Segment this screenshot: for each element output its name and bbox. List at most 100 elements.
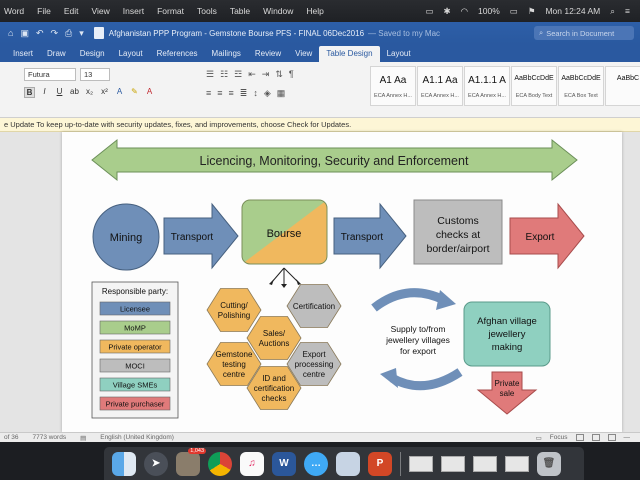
multilevel-icon[interactable]: ☲ [234, 69, 242, 80]
style-item[interactable]: A1 Aa ECA Annex H... [370, 66, 416, 106]
private-sale-label-line: Private [495, 379, 520, 388]
justify-icon[interactable]: ≣ [240, 88, 248, 99]
font-size-select[interactable]: 13 [80, 68, 110, 81]
view-web-layout-button[interactable] [591, 434, 600, 441]
dock-word-icon[interactable]: W [272, 451, 296, 476]
line-spacing-icon[interactable]: ↕ [253, 88, 258, 99]
increase-indent-icon[interactable]: ⇥ [262, 69, 270, 80]
menu-file[interactable]: File [37, 6, 51, 16]
zoom-slider[interactable]: — [624, 434, 631, 441]
undo-icon[interactable]: ↶ [36, 28, 44, 39]
sort-icon[interactable]: ⇅ [275, 69, 283, 80]
italic-button[interactable]: I [39, 87, 50, 98]
dock-messages-icon[interactable]: … [304, 451, 328, 476]
bluetooth-icon[interactable]: ✱ [444, 6, 451, 17]
dock-music-icon[interactable]: ♫ [240, 451, 264, 476]
word-count[interactable]: 7773 words [32, 434, 66, 441]
bold-button[interactable]: B [24, 87, 35, 98]
highlight-icon[interactable]: ✎ [129, 87, 140, 98]
menu-format[interactable]: Format [157, 6, 184, 16]
dock-preview-icon[interactable] [336, 451, 360, 476]
style-item[interactable]: A1.1 Aa ECA Annex H... [417, 66, 463, 106]
dock-finder-icon[interactable] [112, 451, 136, 476]
borders-icon[interactable]: ▦ [277, 88, 286, 99]
font-color-icon[interactable]: A [144, 87, 155, 98]
dock-minimized-window[interactable] [473, 455, 497, 472]
superscript-button[interactable]: x² [99, 87, 110, 98]
dock-launchpad-icon[interactable]: ➤ [144, 451, 168, 476]
align-center-icon[interactable]: ≡ [217, 88, 222, 99]
dock-trash-icon[interactable]: 🗑 [537, 451, 561, 476]
legend-label: MoMP [124, 324, 146, 333]
menu-table[interactable]: Table [230, 6, 250, 16]
view-outline-button[interactable] [607, 434, 616, 441]
wifi-icon[interactable]: ◠ [461, 6, 468, 17]
menu-edit[interactable]: Edit [64, 6, 79, 16]
legend-label: Private operator [108, 343, 162, 352]
style-item[interactable]: AaBbCcDdE ECA Box Text [558, 66, 604, 106]
hex-label-line: Auctions [259, 339, 290, 348]
numbering-icon[interactable]: ☷ [220, 69, 228, 80]
tab-table-design[interactable]: Table Design [319, 46, 380, 62]
list-icon[interactable]: ≡ [625, 6, 630, 16]
language[interactable]: English (United Kingdom) [100, 434, 174, 441]
tab-draw[interactable]: Draw [40, 49, 73, 62]
battery-icon[interactable]: ▭ [510, 6, 518, 17]
tab-review[interactable]: Review [248, 49, 288, 62]
home-icon[interactable]: ⌂ [8, 28, 13, 39]
menu-help[interactable]: Help [306, 6, 323, 16]
dock-minimized-window[interactable] [505, 455, 529, 472]
dock-minimized-window[interactable] [409, 455, 433, 472]
tab-view[interactable]: View [288, 49, 319, 62]
focus-button[interactable]: Focus [550, 434, 568, 441]
print-icon[interactable]: ⎙ [65, 28, 72, 39]
flag-icon[interactable]: ⚑ [528, 6, 536, 17]
ribbon-tabs: Insert Draw Design Layout References Mai… [0, 44, 640, 62]
more-icon[interactable]: ▾ [79, 28, 84, 39]
underline-button[interactable]: U [54, 87, 65, 98]
redo-icon[interactable]: ↷ [51, 28, 59, 39]
menu-word[interactable]: Word [4, 6, 24, 16]
menu-tools[interactable]: Tools [197, 6, 217, 16]
dock-minimized-window[interactable] [441, 455, 465, 472]
align-left-icon[interactable]: ≡ [206, 88, 211, 99]
save-icon[interactable]: ▣ [20, 28, 29, 39]
menu-view[interactable]: View [92, 6, 110, 16]
tab-layout[interactable]: Layout [112, 49, 150, 62]
menu-insert[interactable]: Insert [123, 6, 144, 16]
font-name-select[interactable]: Futura [24, 68, 76, 81]
style-name: ECA Body Text [515, 93, 553, 99]
focus-icon[interactable]: ▭ [536, 434, 542, 442]
proofing-icon[interactable]: ▤ [80, 434, 86, 442]
text-effects-icon[interactable]: A [114, 87, 125, 98]
spotlight-icon[interactable]: ⌕ [610, 6, 615, 17]
shading-icon[interactable]: ◈ [264, 88, 271, 99]
search-input[interactable]: ⌕ Search in Document [534, 26, 634, 40]
document-page[interactable]: Licencing, Monitoring, Security and Enfo… [62, 132, 622, 432]
menu-window[interactable]: Window [263, 6, 293, 16]
tab-design[interactable]: Design [73, 49, 112, 62]
dock-chrome-icon[interactable] [208, 451, 232, 476]
battery-percent[interactable]: 100% [478, 6, 500, 16]
decrease-indent-icon[interactable]: ⇤ [248, 69, 256, 80]
airplay-icon[interactable]: ▭ [425, 6, 433, 17]
clock[interactable]: Mon 12:24 AM [545, 6, 600, 16]
style-item[interactable]: A1.1.1 A ECA Annex H... [464, 66, 510, 106]
bullets-icon[interactable]: ☰ [206, 69, 214, 80]
view-print-layout-button[interactable] [575, 434, 584, 441]
dock-photos-icon[interactable]: 1,043 [176, 447, 206, 476]
align-right-icon[interactable]: ≡ [229, 88, 234, 99]
strikethrough-button[interactable]: ab [69, 87, 80, 98]
tab-table-layout[interactable]: Layout [380, 49, 418, 62]
tab-insert[interactable]: Insert [6, 49, 40, 62]
subscript-button[interactable]: x₂ [84, 87, 95, 98]
pilcrow-icon[interactable]: ¶ [289, 69, 294, 80]
dock-powerpoint-icon[interactable]: P [368, 451, 392, 476]
document-area[interactable]: Licencing, Monitoring, Security and Enfo… [0, 132, 640, 432]
supply-label-line: for export [400, 346, 437, 356]
tab-mailings[interactable]: Mailings [205, 49, 248, 62]
style-item[interactable]: AaBbCcDdE ECA Body Text [511, 66, 557, 106]
tab-references[interactable]: References [150, 49, 205, 62]
style-item[interactable]: AaBbC [605, 66, 640, 106]
page-count[interactable]: of 36 [4, 434, 18, 441]
